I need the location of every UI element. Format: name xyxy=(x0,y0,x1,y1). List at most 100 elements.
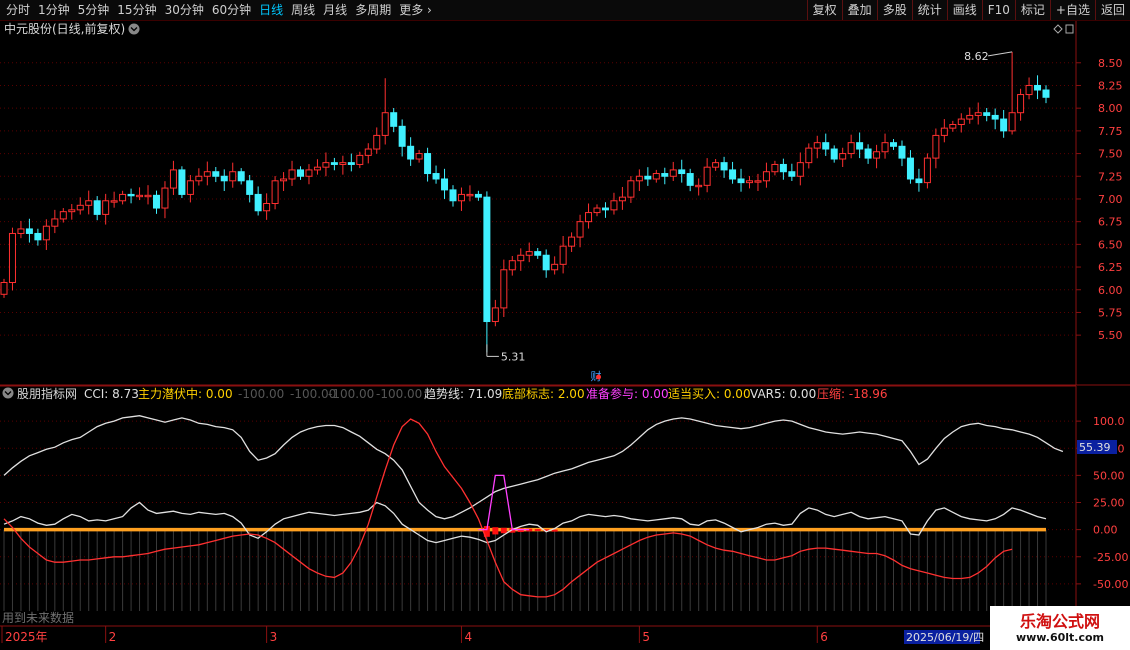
tool-button-4[interactable]: 画线 xyxy=(946,0,982,20)
candle-body xyxy=(923,157,931,184)
tab-period-1[interactable]: 1分钟 xyxy=(34,0,74,20)
indicator-tick-label: 0.00 xyxy=(1093,524,1118,537)
watermark-title: 乐淘公式网 xyxy=(1019,612,1100,631)
candle-body xyxy=(805,147,813,164)
candle-body xyxy=(991,114,999,120)
candle-body xyxy=(186,180,194,195)
tool-button-6[interactable]: 标记 xyxy=(1014,0,1050,20)
candle-body xyxy=(601,207,609,211)
tab-period-7[interactable]: 周线 xyxy=(287,0,319,20)
tool-buttons: 复权 叠加 多股 统计 画线 F10 标记 +自选 返回 xyxy=(806,0,1130,20)
candle-body xyxy=(466,193,474,197)
candle-body xyxy=(669,169,677,177)
chevron-down-icon[interactable] xyxy=(128,23,140,35)
candle-body xyxy=(762,171,770,182)
bottom-flag-bar xyxy=(500,527,507,534)
candle-body xyxy=(161,187,169,209)
bottom-flag-bar xyxy=(534,529,541,532)
tab-period-6[interactable]: 日线 xyxy=(255,0,287,20)
candle-body xyxy=(720,162,728,171)
future-data-note: 用到未来数据 xyxy=(2,610,74,625)
candle-body xyxy=(949,124,957,129)
tab-period-2[interactable]: 5分钟 xyxy=(74,0,114,20)
candle-body xyxy=(839,153,847,160)
tool-button-2[interactable]: 多股 xyxy=(876,0,912,20)
tab-period-10[interactable]: 更多 › xyxy=(395,0,436,20)
kline-chart[interactable]: 8.50 8.25 8.00 7.75 7.50 7.25 7.00 6.75 6.50 6.25… xyxy=(0,21,1130,650)
candle-body xyxy=(796,162,804,177)
candle-body xyxy=(127,193,135,197)
candle-body xyxy=(703,166,711,186)
tab-period-9[interactable]: 多周期 xyxy=(351,0,395,20)
candle-body xyxy=(178,169,186,195)
watermark-url: www.60lt.com xyxy=(1015,631,1105,644)
indicator-tick-label: -50.00 xyxy=(1093,578,1128,591)
candle-body xyxy=(398,125,406,147)
candle-body xyxy=(136,194,144,198)
tab-period-3[interactable]: 15分钟 xyxy=(113,0,160,20)
candle-body xyxy=(881,142,889,153)
candle-body xyxy=(288,169,296,180)
candle-body xyxy=(330,162,338,165)
candle-body xyxy=(203,171,211,177)
candle-body xyxy=(59,211,67,220)
tab-period-5[interactable]: 60分钟 xyxy=(208,0,255,20)
candle-body xyxy=(551,263,559,271)
candle-body xyxy=(830,148,838,160)
candle-body xyxy=(68,209,76,213)
candle-body xyxy=(432,173,440,180)
price-tick-label: 7.00 xyxy=(1098,193,1123,206)
date-label: 6 xyxy=(820,630,828,644)
candle-body xyxy=(34,232,42,241)
indicator-chevron-icon[interactable] xyxy=(2,387,14,399)
candle-body xyxy=(364,148,372,156)
legend-item: 准备参与: 0.00 xyxy=(586,386,669,401)
tab-period-0[interactable]: 分时 xyxy=(2,0,34,20)
candle-body xyxy=(76,204,84,211)
candle-body xyxy=(212,171,220,177)
candle-body xyxy=(610,200,618,211)
tab-period-4[interactable]: 30分钟 xyxy=(161,0,208,20)
candle-body xyxy=(576,221,584,238)
candle-body xyxy=(652,173,660,180)
tool-button-8[interactable]: 返回 xyxy=(1094,0,1130,20)
indicator-tick-label: 50.00 xyxy=(1093,469,1125,482)
legend-item: -100.00 xyxy=(328,387,374,401)
legend-item: 适当买入: 0.00 xyxy=(668,387,751,401)
date-label: 5 xyxy=(642,630,650,644)
tool-button-3[interactable]: 统计 xyxy=(911,0,947,20)
cursor-date: 2025/06/19/四 xyxy=(906,631,984,644)
candle-body xyxy=(25,228,33,234)
tab-period-8[interactable]: 月线 xyxy=(319,0,351,20)
candle-body xyxy=(169,169,177,189)
tool-button-7[interactable]: +自选 xyxy=(1049,0,1095,20)
date-label: 3 xyxy=(270,630,278,644)
price-tick-label: 6.50 xyxy=(1098,238,1123,251)
candle-body xyxy=(1034,84,1042,91)
legend-item: VAR5: 0.00 xyxy=(750,387,816,401)
candle-body xyxy=(898,145,906,159)
price-tick-label: 7.75 xyxy=(1098,125,1123,138)
candle-body xyxy=(220,175,228,182)
event-dot xyxy=(596,374,602,380)
tool-button-1[interactable]: 叠加 xyxy=(841,0,877,20)
candle-body xyxy=(771,163,779,173)
candle-body xyxy=(390,112,398,127)
candle-body xyxy=(1000,118,1008,132)
price-tick-label: 5.75 xyxy=(1098,306,1123,319)
candle-body xyxy=(957,118,965,126)
candle-body xyxy=(491,307,499,323)
tool-button-5[interactable]: F10 xyxy=(981,0,1015,20)
candle-body xyxy=(983,112,991,116)
candle-body xyxy=(593,207,601,214)
candle-body xyxy=(627,180,635,198)
price-tick-label: 8.50 xyxy=(1098,57,1123,70)
tool-button-0[interactable]: 复权 xyxy=(806,0,842,20)
candle-body xyxy=(339,162,347,165)
candle-body xyxy=(229,171,237,182)
candle-body xyxy=(297,169,305,177)
indicator-tick-label: 25.00 xyxy=(1093,497,1125,510)
candle-body xyxy=(966,114,974,120)
candle-body xyxy=(906,157,914,180)
candle-body xyxy=(51,218,59,227)
